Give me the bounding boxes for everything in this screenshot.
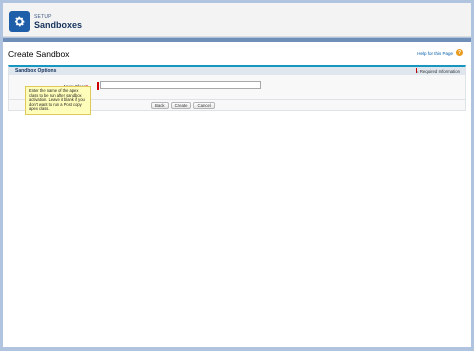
- main-content: Create Sandbox Help for this Page ? Sand…: [3, 42, 471, 347]
- section-title: Sandbox Options: [15, 68, 57, 74]
- apex-class-input[interactable]: [100, 81, 261, 89]
- button-row: Back Create Cancel: [151, 102, 215, 109]
- help-link[interactable]: Help for this Page: [417, 51, 453, 56]
- gear-icon: [9, 11, 30, 32]
- back-button[interactable]: Back: [151, 102, 169, 109]
- section-header: Sandbox Options = Required Information: [9, 67, 465, 75]
- help-icon[interactable]: ?: [456, 49, 463, 56]
- setup-header: SETUP Sandboxes: [3, 3, 471, 37]
- browser-frame: SETUP Sandboxes Create Sandbox Help for …: [0, 0, 474, 351]
- cancel-button[interactable]: Cancel: [193, 102, 215, 109]
- page-title: Create Sandbox: [8, 49, 70, 59]
- required-info-text: = Required Information: [416, 68, 460, 74]
- apex-class-tooltip: Enter the name of the apex class to be r…: [25, 86, 91, 115]
- create-button[interactable]: Create: [170, 102, 192, 109]
- apex-class-required-marker: [97, 82, 99, 90]
- header-title: Sandboxes: [34, 20, 83, 30]
